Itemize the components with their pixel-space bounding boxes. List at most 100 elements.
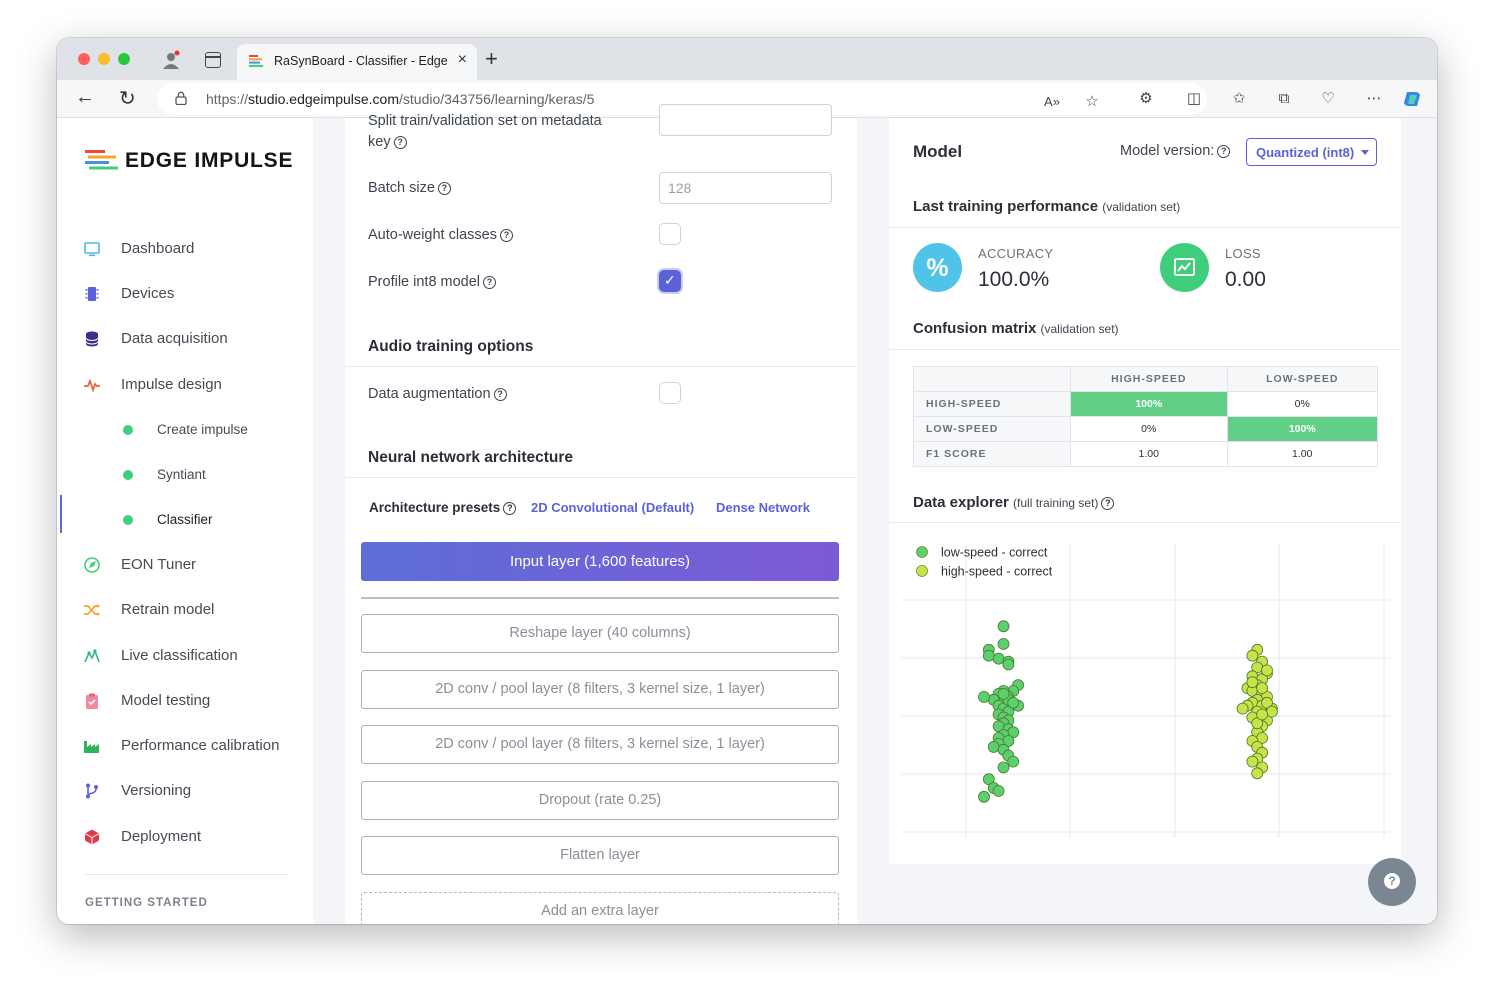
help-icon[interactable]: ? (1101, 497, 1115, 510)
sidebar-item-deployment[interactable]: Deployment (57, 822, 313, 852)
new-tab-button[interactable]: + (485, 46, 498, 72)
profile-int8-checkbox[interactable] (659, 270, 681, 292)
table-row: HIGH-SPEED 100% 0% (913, 391, 1379, 417)
data-point[interactable] (1007, 696, 1020, 709)
data-point[interactable] (1246, 755, 1259, 768)
dropout-layer-block[interactable]: Dropout (rate 0.25) (361, 781, 839, 820)
sidebar-item-model-testing[interactable]: Model testing (57, 686, 313, 716)
data-point[interactable] (992, 785, 1005, 797)
favorites-icon[interactable]: ✩ (1229, 89, 1249, 109)
branch-icon (86, 783, 98, 799)
data-point[interactable] (992, 652, 1005, 665)
sidebar-item-performance-calibration[interactable]: Performance calibration (57, 731, 313, 761)
edge-impulse-logo[interactable]: EDGE IMPULSE (85, 148, 325, 172)
copilot-icon[interactable] (1403, 89, 1423, 109)
read-aloud-icon[interactable]: A» (1042, 92, 1062, 112)
data-point[interactable] (987, 740, 1000, 753)
input-layer-block[interactable]: Input layer (1,600 features) (361, 542, 839, 581)
row-header: HIGH-SPEED (913, 391, 1071, 417)
reshape-layer-block[interactable]: Reshape layer (40 columns) (361, 614, 839, 653)
data-point[interactable] (1261, 664, 1273, 677)
status-dot (123, 425, 133, 435)
maximize-window-button[interactable] (118, 53, 130, 65)
close-tab-icon[interactable]: × (458, 51, 467, 69)
more-menu-icon[interactable]: ⋯ (1364, 89, 1384, 109)
data-augmentation-checkbox[interactable] (659, 382, 681, 404)
collections-icon[interactable]: ⧉ (1274, 89, 1294, 109)
browser-tab[interactable]: RaSynBoard - Classifier - Edge Impulse × (237, 44, 477, 80)
help-icon[interactable]: ? (499, 229, 513, 242)
batch-size-label: Batch size? (368, 180, 451, 196)
data-point[interactable] (1246, 676, 1259, 689)
help-icon[interactable]: ? (1217, 145, 1231, 158)
add-extra-layer-button[interactable]: Add an extra layer (361, 892, 839, 924)
close-window-button[interactable] (78, 53, 90, 65)
auto-weight-checkbox[interactable] (659, 223, 681, 245)
divider (889, 227, 1401, 228)
browser-essentials-icon[interactable]: ♡ (1318, 89, 1338, 109)
data-point[interactable] (1265, 705, 1278, 718)
split-screen-icon[interactable]: ◫ (1184, 89, 1204, 109)
table-cell: 0% (1070, 416, 1228, 442)
data-point[interactable] (997, 687, 1010, 700)
sidebar-item-data-acquisition[interactable]: Data acquisition (57, 324, 313, 354)
sidebar-item-create-impulse[interactable]: Create impulse (57, 415, 313, 445)
sidebar-item-syntiant[interactable]: Syntiant (57, 460, 313, 490)
browser-window: RaSynBoard - Classifier - Edge Impulse ×… (57, 38, 1437, 924)
conv-pool-layer-block[interactable]: 2D conv / pool layer (8 filters, 3 kerne… (361, 725, 839, 764)
divider (889, 522, 1401, 523)
sidebar-item-classifier[interactable]: Classifier (57, 495, 313, 535)
help-icon[interactable]: ? (437, 182, 451, 195)
data-point[interactable] (982, 649, 995, 662)
sidebar-item-live-classification[interactable]: Live classification (57, 641, 313, 671)
tab-actions-icon[interactable] (205, 52, 221, 68)
data-explorer-scatter-chart[interactable]: low-speed - correct high-speed - correct (901, 538, 1391, 848)
sidebar-item-retrain-model[interactable]: Retrain model (57, 595, 313, 625)
help-chat-button[interactable]: ? (1368, 858, 1416, 906)
favorite-star-icon[interactable]: ☆ (1082, 92, 1102, 112)
data-point[interactable] (1002, 658, 1015, 671)
data-point[interactable] (1256, 682, 1269, 695)
help-icon[interactable]: ? (493, 388, 507, 401)
reload-icon[interactable]: ↻ (119, 86, 136, 111)
data-point[interactable] (978, 690, 990, 703)
data-point[interactable] (1236, 702, 1249, 715)
data-point[interactable] (997, 638, 1010, 650)
sidebar-item-dashboard[interactable]: Dashboard (57, 234, 313, 264)
split-metadata-label: Split train/validation set on metadata (368, 113, 602, 129)
data-point[interactable] (997, 761, 1010, 774)
help-icon[interactable]: ? (503, 502, 517, 515)
extensions-icon[interactable]: ⚙ (1136, 89, 1156, 109)
data-point[interactable] (1007, 755, 1020, 768)
preset-2d-conv-link[interactable]: 2D Convolutional (Default) (531, 500, 694, 515)
column-header: HIGH-SPEED (1070, 366, 1228, 392)
divider (345, 477, 857, 478)
chevron-down-icon (1361, 150, 1369, 155)
batch-size-input[interactable]: 128 (659, 172, 832, 204)
sidebar-item-versioning[interactable]: Versioning (57, 776, 313, 806)
split-metadata-key-input[interactable] (659, 104, 832, 136)
sidebar-item-devices[interactable]: Devices (57, 279, 313, 309)
legend-label: high-speed - correct (941, 565, 1053, 579)
conv-pool-layer-block[interactable]: 2D conv / pool layer (8 filters, 3 kerne… (361, 670, 839, 709)
preset-dense-network-link[interactable]: Dense Network (716, 500, 810, 515)
logo-bars-icon (85, 150, 118, 170)
profile-icon[interactable] (161, 50, 181, 70)
data-augmentation-label: Data augmentation? (368, 386, 507, 402)
sidebar-item-eon-tuner[interactable]: EON Tuner (57, 550, 313, 580)
data-point[interactable] (1251, 767, 1264, 780)
back-arrow-icon[interactable]: ← (75, 86, 95, 109)
data-point[interactable] (1256, 708, 1269, 721)
table-cell: 0% (1226, 391, 1379, 417)
data-point[interactable] (1246, 649, 1259, 662)
divider (889, 349, 1401, 350)
confusion-matrix-title: Confusion matrix (validation set) (913, 320, 1119, 337)
model-version-select[interactable]: Quantized (int8) (1246, 138, 1377, 166)
flatten-layer-block[interactable]: Flatten layer (361, 836, 839, 875)
sidebar-item-impulse-design[interactable]: Impulse design (57, 370, 313, 400)
data-point[interactable] (978, 790, 990, 803)
help-icon[interactable]: ? (483, 276, 497, 289)
help-icon[interactable]: ? (393, 136, 407, 149)
data-point[interactable] (997, 620, 1010, 633)
minimize-window-button[interactable] (98, 53, 110, 65)
